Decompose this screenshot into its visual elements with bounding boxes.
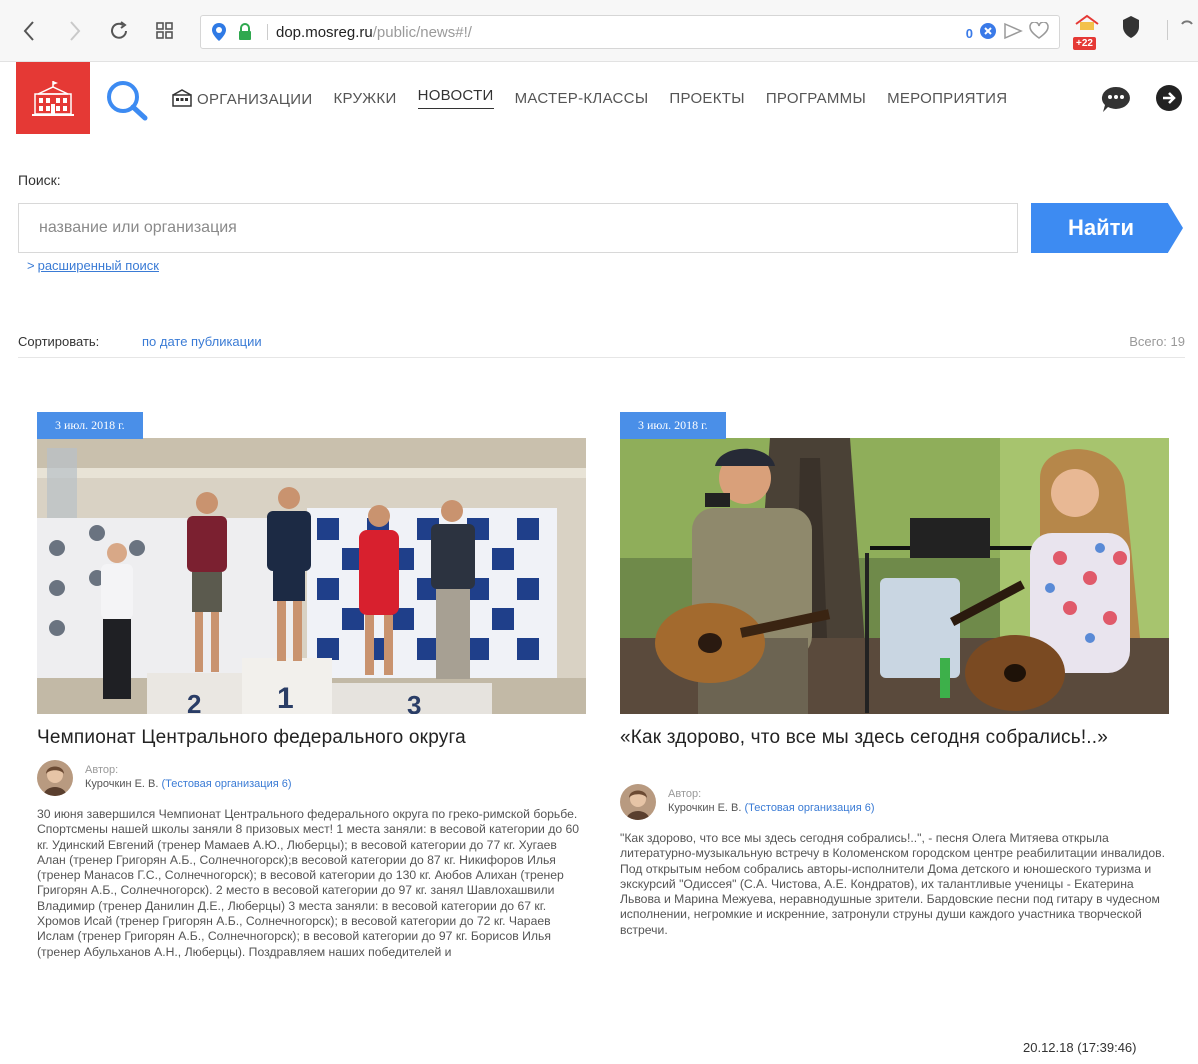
advanced-search-link[interactable]: > расширенный поиск bbox=[27, 258, 159, 273]
author-avatar bbox=[37, 760, 73, 796]
main-nav: ОРГАНИЗАЦИИ КРУЖКИ НОВОСТИ МАСТЕР-КЛАССЫ… bbox=[172, 87, 1028, 109]
extension-shield-icon[interactable] bbox=[1120, 14, 1142, 45]
news-title[interactable]: Чемпионат Центрального федерального окру… bbox=[37, 726, 537, 750]
bard-concert-image bbox=[620, 438, 1169, 714]
nav-projects[interactable]: ПРОЕКТЫ bbox=[669, 90, 744, 107]
svg-text:3: 3 bbox=[407, 690, 421, 714]
site-header: ОРГАНИЗАЦИИ КРУЖКИ НОВОСТИ МАСТЕР-КЛАССЫ… bbox=[0, 62, 1198, 134]
building-icon bbox=[32, 81, 74, 116]
find-button[interactable]: Найти bbox=[1031, 203, 1183, 253]
url-path: /public/news#!/ bbox=[372, 24, 472, 41]
total-count: Всего: 19 bbox=[1129, 334, 1185, 349]
location-pin-icon[interactable] bbox=[211, 22, 227, 47]
nav-clubs[interactable]: КРУЖКИ bbox=[333, 90, 396, 107]
heart-icon[interactable] bbox=[1029, 21, 1049, 45]
page-timestamp: 20.12.18 (17:39:46) bbox=[1023, 1040, 1137, 1055]
advanced-search-label: расширенный поиск bbox=[37, 258, 159, 273]
url-text: dop.mosreg.ru/public/news#!/ bbox=[267, 24, 472, 41]
author-name: Курочкин Е. В. (Тестовая организация 6) bbox=[668, 802, 875, 814]
sort-label: Сортировать: bbox=[18, 334, 100, 349]
news-date: 3 июл. 2018 г. bbox=[620, 412, 726, 439]
nav-programs[interactable]: ПРОГРАММЫ bbox=[766, 90, 866, 107]
author-person: Курочкин Е. В. bbox=[668, 802, 742, 814]
author-organization[interactable]: (Тестовая организация 6) bbox=[162, 778, 292, 790]
login-icon[interactable] bbox=[1155, 84, 1183, 117]
chevron-right-icon: > bbox=[27, 258, 35, 273]
nav-master-classes[interactable]: МАСТЕР-КЛАССЫ bbox=[515, 90, 649, 107]
nav-label: ОРГАНИЗАЦИИ bbox=[197, 90, 313, 108]
address-bar[interactable]: dop.mosreg.ru/public/news#!/ 0 bbox=[200, 15, 1060, 49]
site-logo[interactable] bbox=[16, 62, 90, 134]
organization-icon bbox=[172, 88, 192, 107]
news-date: 3 июл. 2018 г. bbox=[37, 412, 143, 439]
nav-organizations[interactable]: ОРГАНИЗАЦИИ bbox=[172, 88, 313, 108]
sort-bar: Сортировать: по дате публикации Всего: 1… bbox=[18, 332, 1185, 358]
search-icon[interactable] bbox=[104, 78, 152, 127]
wrestling-podium-image: 2 1 3 bbox=[37, 438, 586, 714]
svg-text:2: 2 bbox=[187, 689, 201, 714]
chat-icon[interactable] bbox=[1099, 84, 1133, 119]
sort-by-date-link[interactable]: по дате публикации bbox=[142, 334, 262, 349]
shield-icon[interactable] bbox=[979, 22, 997, 45]
author-person: Курочкин Е. В. bbox=[85, 778, 159, 790]
author-label: Автор: bbox=[668, 788, 702, 800]
news-text: "Как здорово, что все мы здесь сегодня с… bbox=[620, 831, 1165, 937]
nav-events[interactable]: МЕРОПРИЯТИЯ bbox=[887, 90, 1007, 107]
forward-icon[interactable] bbox=[60, 16, 90, 46]
lock-icon[interactable] bbox=[237, 23, 253, 46]
search-label: Поиск: bbox=[18, 172, 61, 188]
nav-news[interactable]: НОВОСТИ bbox=[417, 87, 494, 109]
tracker-count: 0 bbox=[965, 26, 973, 41]
author-avatar bbox=[620, 784, 656, 820]
menu-partial-icon[interactable] bbox=[1180, 18, 1194, 47]
browser-toolbar: dop.mosreg.ru/public/news#!/ 0 +22 bbox=[0, 0, 1198, 62]
author-label: Автор: bbox=[85, 764, 119, 776]
author-organization[interactable]: (Тестовая организация 6) bbox=[745, 802, 875, 814]
back-icon[interactable] bbox=[14, 16, 44, 46]
toolbar-separator bbox=[1166, 20, 1170, 45]
svg-text:1: 1 bbox=[277, 682, 294, 714]
reload-icon[interactable] bbox=[104, 16, 134, 46]
search-input[interactable] bbox=[18, 203, 1018, 253]
url-host: dop.mosreg.ru bbox=[276, 24, 373, 41]
news-photo[interactable]: 2 1 3 bbox=[37, 438, 586, 714]
news-text: 30 июня завершился Чемпионат Центральног… bbox=[37, 807, 580, 959]
extension-badge: +22 bbox=[1073, 37, 1096, 50]
tabs-grid-icon[interactable] bbox=[150, 16, 180, 46]
news-photo[interactable] bbox=[620, 438, 1169, 714]
news-title[interactable]: «Как здорово, что все мы здесь сегодня с… bbox=[620, 726, 1120, 750]
author-name: Курочкин Е. В. (Тестовая организация 6) bbox=[85, 778, 292, 790]
send-icon[interactable] bbox=[1003, 22, 1023, 45]
